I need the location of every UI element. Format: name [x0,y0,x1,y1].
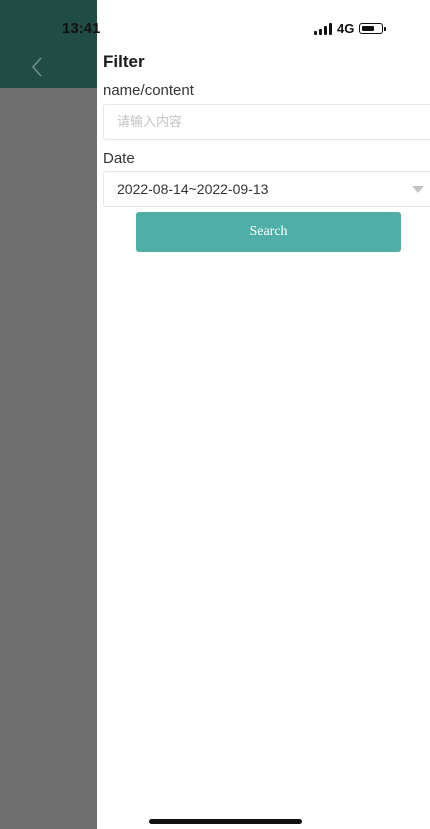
chevron-left-icon[interactable] [30,56,44,78]
search-button[interactable]: Search [136,212,401,252]
date-range-value: 2022-08-14~2022-09-13 [117,181,269,197]
status-indicators: 4G [314,21,387,36]
background-header [0,0,97,88]
network-type: 4G [337,21,355,36]
filter-title: Filter [103,52,145,71]
caret-down-icon [412,186,424,193]
home-indicator [149,819,302,824]
date-range-select[interactable]: 2022-08-14~2022-09-13 [103,171,430,207]
date-label: Date [103,150,135,167]
name-content-input[interactable] [103,104,430,140]
overlay-backdrop[interactable] [0,0,97,829]
status-time: 13:41 [62,20,101,37]
name-content-label: name/content [103,82,194,99]
signal-bars-icon [314,22,332,35]
battery-icon [359,23,387,34]
